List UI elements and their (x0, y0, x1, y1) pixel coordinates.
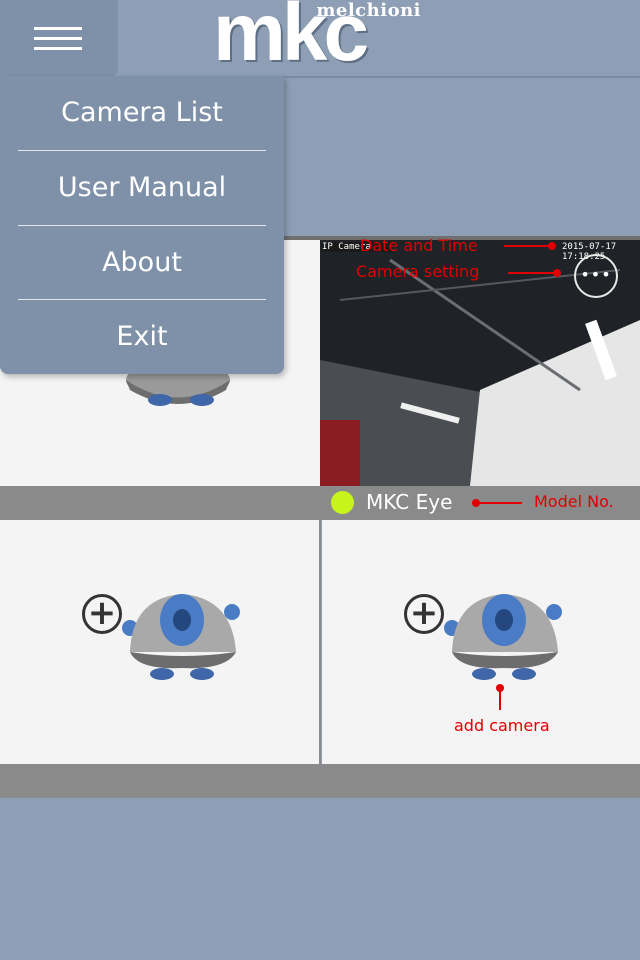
online-status-indicator (331, 491, 354, 514)
camera-mascot-icon (122, 594, 240, 680)
annotation-camera-setting: Camera setting (356, 262, 480, 281)
more-dots-icon: ••• (580, 265, 612, 284)
menu-item-about[interactable]: About (18, 226, 266, 300)
add-camera-slot-1[interactable]: + (0, 520, 320, 764)
logo-wordmark: melchioni (316, 0, 421, 21)
menu-item-exit[interactable]: Exit (18, 300, 266, 374)
navigation-drawer: Camera List User Manual About Exit (0, 76, 284, 374)
annotation-date-time: Date and Time (360, 236, 478, 255)
camera-settings-button[interactable]: ••• (574, 254, 618, 298)
bottom-status-bar (0, 764, 640, 798)
hamburger-icon (34, 27, 82, 57)
menu-item-camera-list[interactable]: Camera List (18, 76, 266, 150)
annotation-add-camera: add camera (454, 716, 550, 735)
brand-logo: mkc melchioni (205, 0, 435, 78)
annotation-model-no: Model No. (534, 492, 614, 511)
menu-item-user-manual[interactable]: User Manual (18, 151, 266, 225)
camera-name: MKC Eye (366, 490, 453, 514)
menu-button[interactable] (0, 0, 118, 76)
